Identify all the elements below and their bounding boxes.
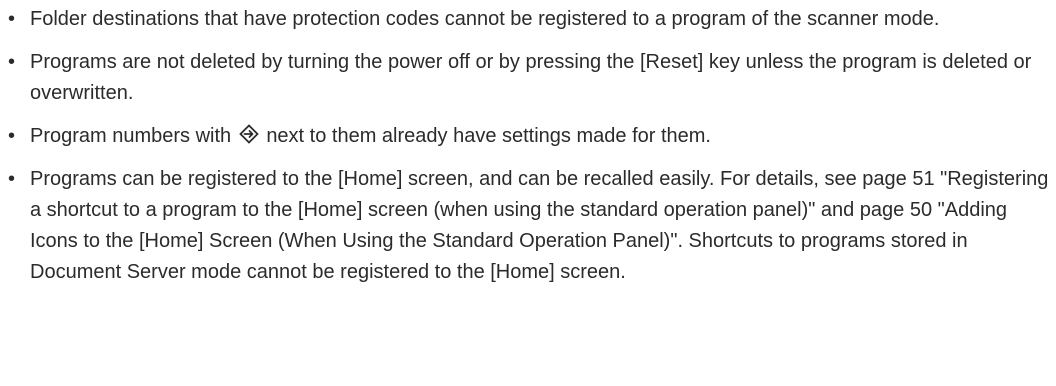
- notes-list: • Folder destinations that have protecti…: [0, 4, 1056, 288]
- note-item: • Programs are not deleted by turning th…: [0, 47, 1056, 109]
- note-item: • Folder destinations that have protecti…: [0, 4, 1056, 35]
- note-text: Folder destinations that have protection…: [30, 8, 940, 30]
- note-text: Programs are not deleted by turning the …: [30, 51, 1032, 104]
- note-text-before: Program numbers with: [30, 125, 232, 147]
- bullet: •: [8, 51, 16, 73]
- bullet: •: [8, 125, 16, 147]
- note-item: • Programs can be registered to the [Hom…: [0, 164, 1056, 288]
- bullet: •: [8, 8, 16, 30]
- bullet: •: [8, 168, 16, 190]
- note-item: • Program numbers with next to them alre…: [0, 121, 1056, 152]
- note-text: Programs can be registered to the [Home]…: [30, 168, 1049, 283]
- note-text-after: next to them already have settings made …: [266, 125, 711, 147]
- program-registered-icon: [238, 123, 259, 144]
